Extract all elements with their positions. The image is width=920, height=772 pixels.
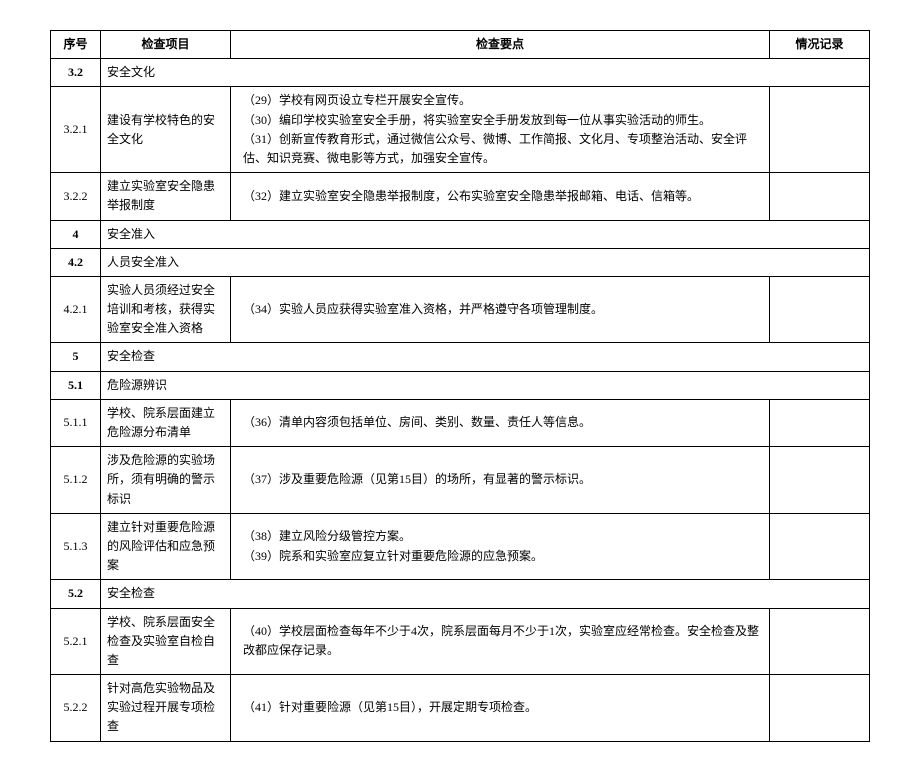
keypoints-cell: （40）学校层面检查每年不少于4次，院系层面每月不少于1次，实验室应经常检查。安… bbox=[231, 608, 770, 675]
item-cell: 学校、院系层面建立危险源分布清单 bbox=[101, 399, 231, 446]
table-row: 5.1.2 涉及危险源的实验场所，须有明确的警示标识 （37）涉及重要危险源（见… bbox=[51, 447, 870, 514]
seq-cell: 5.2 bbox=[51, 580, 101, 608]
section-title-cell: 安全文化 bbox=[101, 59, 870, 87]
item-cell: 建立针对重要危险源的风险评估和应急预案 bbox=[101, 513, 231, 580]
keypoints-cell: （41）针对重要险源（见第15目），开展定期专项检查。 bbox=[231, 675, 770, 742]
section-title-cell: 人员安全准入 bbox=[101, 248, 870, 276]
record-cell bbox=[770, 87, 870, 173]
point-text: （32）建立实验室安全隐患举报制度，公布实验室安全隐患举报邮箱、电话、信箱等。 bbox=[243, 187, 763, 206]
point-text: （34）实验人员应获得实验室准入资格，并严格遵守各项管理制度。 bbox=[243, 300, 763, 319]
record-cell bbox=[770, 173, 870, 220]
point-text: （37）涉及重要危险源（见第15目）的场所，有显著的警示标识。 bbox=[243, 470, 763, 489]
table-row: 5.1.3 建立针对重要危险源的风险评估和应急预案 （38）建立风险分级管控方案… bbox=[51, 513, 870, 580]
seq-cell: 5.2.1 bbox=[51, 608, 101, 675]
seq-cell: 3.2.1 bbox=[51, 87, 101, 173]
record-cell bbox=[770, 276, 870, 343]
keypoints-cell: （34）实验人员应获得实验室准入资格，并严格遵守各项管理制度。 bbox=[231, 276, 770, 343]
keypoints-cell: （36）清单内容须包括单位、房间、类别、数量、责任人等信息。 bbox=[231, 399, 770, 446]
header-seq: 序号 bbox=[51, 31, 101, 59]
item-cell: 建立实验室安全隐患举报制度 bbox=[101, 173, 231, 220]
seq-cell: 5 bbox=[51, 343, 101, 371]
section-title-cell: 安全检查 bbox=[101, 580, 870, 608]
item-cell: 建设有学校特色的安全文化 bbox=[101, 87, 231, 173]
record-cell bbox=[770, 399, 870, 446]
table-row: 5.2 安全检查 bbox=[51, 580, 870, 608]
table-row: 4.2 人员安全准入 bbox=[51, 248, 870, 276]
header-item: 检查项目 bbox=[101, 31, 231, 59]
record-cell bbox=[770, 513, 870, 580]
seq-cell: 4.2 bbox=[51, 248, 101, 276]
table-row: 3.2.1 建设有学校特色的安全文化 （29）学校有网页设立专栏开展安全宣传。 … bbox=[51, 87, 870, 173]
keypoints-cell: （38）建立风险分级管控方案。 （39）院系和实验室应复立针对重要危险源的应急预… bbox=[231, 513, 770, 580]
seq-cell: 5.1.1 bbox=[51, 399, 101, 446]
point-text: （36）清单内容须包括单位、房间、类别、数量、责任人等信息。 bbox=[243, 413, 763, 432]
point-text: （30）编印学校实验室安全手册，将实验室安全手册发放到每一位从事实验活动的师生。 bbox=[243, 111, 763, 130]
item-cell: 涉及危险源的实验场所，须有明确的警示标识 bbox=[101, 447, 231, 514]
point-text: （38）建立风险分级管控方案。 bbox=[243, 527, 763, 546]
table-header-row: 序号 检查项目 检查要点 情况记录 bbox=[51, 31, 870, 59]
seq-cell: 5.1.2 bbox=[51, 447, 101, 514]
keypoints-cell: （37）涉及重要危险源（见第15目）的场所，有显著的警示标识。 bbox=[231, 447, 770, 514]
table-row: 5 安全检查 bbox=[51, 343, 870, 371]
safety-inspection-table: 序号 检查项目 检查要点 情况记录 3.2 安全文化 3.2.1 建设有学校特色… bbox=[50, 30, 870, 742]
table-row: 4.2.1 实验人员须经过安全培训和考核，获得实验室安全准入资格 （34）实验人… bbox=[51, 276, 870, 343]
item-cell: 实验人员须经过安全培训和考核，获得实验室安全准入资格 bbox=[101, 276, 231, 343]
record-cell bbox=[770, 447, 870, 514]
seq-cell: 3.2 bbox=[51, 59, 101, 87]
table-row: 3.2.2 建立实验室安全隐患举报制度 （32）建立实验室安全隐患举报制度，公布… bbox=[51, 173, 870, 220]
point-text: （31）创新宣传教育形式，通过微信公众号、微博、工作简报、文化月、专项整治活动、… bbox=[243, 130, 763, 168]
record-cell bbox=[770, 675, 870, 742]
record-cell bbox=[770, 608, 870, 675]
seq-cell: 3.2.2 bbox=[51, 173, 101, 220]
table-row: 5.1 危险源辨识 bbox=[51, 371, 870, 399]
keypoints-cell: （32）建立实验室安全隐患举报制度，公布实验室安全隐患举报邮箱、电话、信箱等。 bbox=[231, 173, 770, 220]
point-text: （39）院系和实验室应复立针对重要危险源的应急预案。 bbox=[243, 547, 763, 566]
section-title-cell: 危险源辨识 bbox=[101, 371, 870, 399]
point-text: （41）针对重要险源（见第15目），开展定期专项检查。 bbox=[243, 698, 763, 717]
header-record: 情况记录 bbox=[770, 31, 870, 59]
point-text: （40）学校层面检查每年不少于4次，院系层面每月不少于1次，实验室应经常检查。安… bbox=[243, 622, 763, 660]
section-title-cell: 安全检查 bbox=[101, 343, 870, 371]
table-row: 5.2.2 针对高危实验物品及实验过程开展专项检查 （41）针对重要险源（见第1… bbox=[51, 675, 870, 742]
keypoints-cell: （29）学校有网页设立专栏开展安全宣传。 （30）编印学校实验室安全手册，将实验… bbox=[231, 87, 770, 173]
table-row: 3.2 安全文化 bbox=[51, 59, 870, 87]
seq-cell: 5.1 bbox=[51, 371, 101, 399]
seq-cell: 4 bbox=[51, 220, 101, 248]
table-row: 5.2.1 学校、院系层面安全检查及实验室自检自查 （40）学校层面检查每年不少… bbox=[51, 608, 870, 675]
seq-cell: 5.2.2 bbox=[51, 675, 101, 742]
seq-cell: 4.2.1 bbox=[51, 276, 101, 343]
point-text: （29）学校有网页设立专栏开展安全宣传。 bbox=[243, 91, 763, 110]
item-cell: 针对高危实验物品及实验过程开展专项检查 bbox=[101, 675, 231, 742]
header-key: 检查要点 bbox=[231, 31, 770, 59]
section-title-cell: 安全准入 bbox=[101, 220, 870, 248]
table-row: 4 安全准入 bbox=[51, 220, 870, 248]
table-row: 5.1.1 学校、院系层面建立危险源分布清单 （36）清单内容须包括单位、房间、… bbox=[51, 399, 870, 446]
item-cell: 学校、院系层面安全检查及实验室自检自查 bbox=[101, 608, 231, 675]
seq-cell: 5.1.3 bbox=[51, 513, 101, 580]
